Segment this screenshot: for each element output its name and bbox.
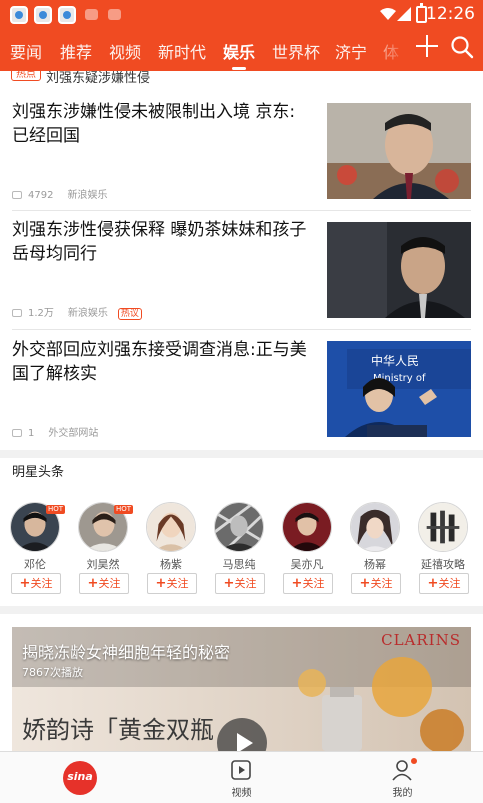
tab-yule[interactable]: 娱乐 — [223, 39, 255, 63]
news-item[interactable]: 刘强东涉性侵获保释 曝奶茶妹妹和孩子岳母均同行 1.2万 新浪娱乐 热议 — [0, 218, 483, 328]
comment-count: 4792 — [28, 190, 54, 201]
hot-badge: 热议 — [117, 308, 142, 320]
notification-icon — [85, 9, 98, 20]
notification-dot — [411, 758, 417, 764]
follow-button[interactable]: +关注 — [351, 573, 401, 594]
avatar — [418, 502, 468, 552]
follow-button[interactable]: +关注 — [215, 573, 265, 594]
news-meta: 1 外交部网站 — [12, 424, 98, 439]
ad-brand: CLARINS — [381, 631, 461, 649]
tab-yaowen[interactable]: 要闻 — [10, 39, 42, 63]
wifi-icon — [380, 8, 396, 20]
tab-shipin[interactable]: 视频 — [109, 39, 141, 63]
divider — [12, 329, 471, 330]
topic-tag: 热点 — [11, 71, 41, 81]
avatar — [146, 502, 196, 552]
signal-icon — [397, 7, 411, 21]
star-name: 杨紫 — [160, 558, 182, 571]
comment-icon — [12, 309, 22, 317]
follow-label: 关注 — [166, 577, 189, 590]
follow-label: 关注 — [98, 577, 121, 590]
comment-count: 1 — [28, 428, 35, 439]
news-title: 刘强东涉性侵获保释 曝奶茶妹妹和孩子岳母均同行 — [12, 220, 307, 264]
news-title: 刘强东涉嫌性侵未被限制出入境 京东:已经回国 — [12, 102, 296, 146]
follow-button[interactable]: +关注 — [419, 573, 469, 594]
svg-text:中华人民: 中华人民 — [371, 353, 419, 368]
sina-logo-icon: sina — [63, 761, 97, 795]
nav-video[interactable]: 视频 — [161, 752, 322, 803]
comment-icon — [12, 429, 22, 437]
news-item[interactable]: 刘强东涉嫌性侵未被限制出入境 京东:已经回国 4792 新浪娱乐 — [0, 100, 483, 210]
comment-count: 1.2万 — [28, 308, 54, 319]
add-channel-icon[interactable] — [414, 33, 440, 59]
follow-label: 关注 — [302, 577, 325, 590]
notification-icon — [108, 9, 121, 20]
nav-me[interactable]: 我的 — [322, 752, 483, 803]
topic-line[interactable]: 热点 刘强东疑涉嫌性侵 — [0, 71, 483, 87]
app-notification-icon — [34, 6, 52, 24]
section-title: 明星头条 — [12, 465, 65, 480]
topic-text: 刘强东疑涉嫌性侵 — [46, 71, 151, 86]
hot-badge: HOT — [114, 505, 134, 514]
tab-fade — [362, 30, 410, 71]
video-card[interactable]: CLARINS 揭晓冻龄女神细胞年轻的秘密 7867次播放 娇韵诗「黄金双瓶 — [12, 627, 471, 751]
search-icon[interactable] — [450, 35, 474, 59]
follow-button[interactable]: +关注 — [283, 573, 333, 594]
news-source: 新浪娱乐 — [67, 190, 108, 201]
follow-button[interactable]: +关注 — [11, 573, 61, 594]
hot-badge: HOT — [46, 505, 66, 514]
follow-label: 关注 — [30, 577, 53, 590]
app-header: ⚡ 12:26 要闻 推荐 视频 新时代 娱乐 世界杯 济宁 体育 — [0, 0, 483, 71]
star-name: 延禧攻略 — [421, 558, 465, 571]
follow-label: 关注 — [438, 577, 461, 590]
news-meta: 4792 新浪娱乐 — [12, 186, 107, 201]
divider — [12, 210, 471, 211]
app-notification-icon — [58, 6, 76, 24]
user-icon — [392, 760, 412, 781]
video-icon — [231, 760, 251, 780]
avatar — [350, 502, 400, 552]
nav-video-label: 视频 — [231, 788, 252, 799]
follow-label: 关注 — [234, 577, 257, 590]
news-source: 新浪娱乐 — [67, 308, 108, 319]
news-meta: 1.2万 新浪娱乐 热议 — [12, 304, 142, 320]
follow-label: 关注 — [370, 577, 393, 590]
app-notification-icon — [10, 6, 28, 24]
active-tab-indicator — [232, 67, 246, 70]
news-item[interactable]: 外交部回应刘强东接受调查消息:正与美国了解核实 1 外交部网站 中华人民 Mini… — [0, 338, 483, 448]
tab-tuijian[interactable]: 推荐 — [60, 39, 92, 63]
follow-button[interactable]: +关注 — [79, 573, 129, 594]
clock: 12:26 — [426, 4, 475, 24]
nav-me-label: 我的 — [392, 788, 413, 799]
section-gap — [0, 450, 483, 458]
news-source: 外交部网站 — [48, 428, 99, 439]
section-gap — [0, 606, 483, 614]
avatar — [282, 502, 332, 552]
star-name: 杨幂 — [364, 558, 386, 571]
follow-button[interactable]: +关注 — [147, 573, 197, 594]
bottom-navigation: sina 视频 我的 — [0, 751, 483, 803]
tab-shijiebei[interactable]: 世界杯 — [272, 39, 320, 63]
star-name: 马思纯 — [222, 558, 256, 571]
sina-news-app: ⚡ 12:26 要闻 推荐 视频 新时代 娱乐 世界杯 济宁 体育 热点 刘强东… — [0, 0, 483, 803]
star-name: 邓伦 — [24, 558, 46, 571]
news-title: 外交部回应刘强东接受调查消息:正与美国了解核实 — [12, 340, 307, 384]
nav-home[interactable]: sina — [0, 752, 161, 803]
channel-tabs: 要闻 推荐 视频 新时代 娱乐 世界杯 济宁 体育 — [0, 30, 400, 71]
news-thumbnail — [327, 222, 471, 318]
ad-text: 娇韵诗「黄金双瓶 — [22, 716, 214, 744]
news-thumbnail — [327, 103, 471, 199]
video-play-count: 7867次播放 — [22, 666, 83, 679]
status-bar: ⚡ 12:26 — [0, 0, 483, 30]
avatar — [214, 502, 264, 552]
tab-xinshidai[interactable]: 新时代 — [158, 39, 206, 63]
comment-icon — [12, 191, 22, 199]
video-title: 揭晓冻龄女神细胞年轻的秘密 — [22, 643, 231, 662]
star-name: 吴亦凡 — [290, 558, 324, 571]
star-name: 刘昊然 — [86, 558, 120, 571]
news-thumbnail: 中华人民 Ministry of — [327, 341, 471, 437]
